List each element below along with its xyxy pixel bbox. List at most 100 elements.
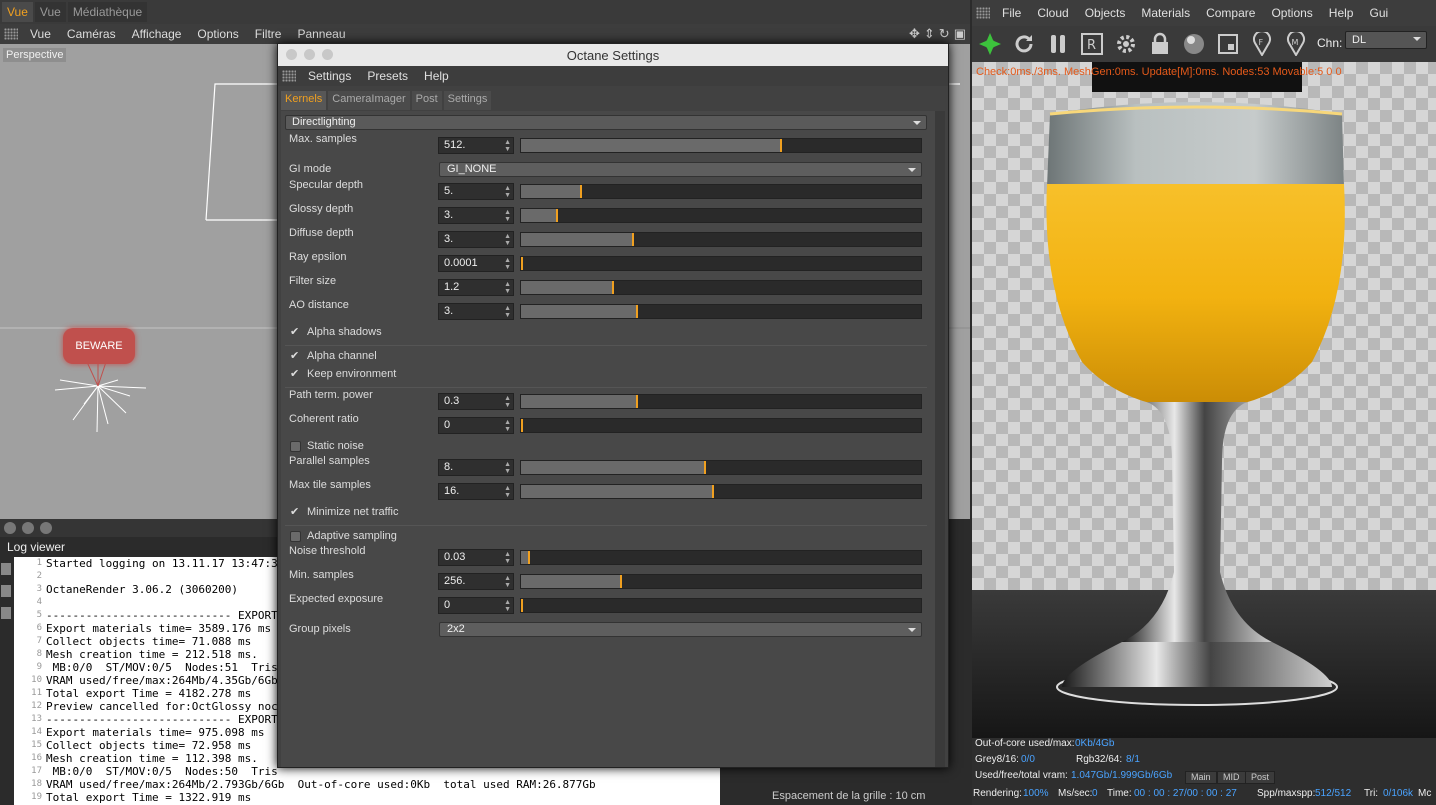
keep-environment-row[interactable]: ✔ Keep environment: [281, 366, 935, 386]
specular-depth-slider[interactable]: [520, 184, 922, 199]
spinner-icon[interactable]: ▲ ▼: [504, 281, 511, 295]
gi-mode-select[interactable]: GI_NONE: [439, 162, 922, 177]
group-pixels-select[interactable]: 2x2: [439, 622, 922, 637]
gear-icon[interactable]: [1112, 30, 1140, 58]
max-samples-field[interactable]: 512. ▲ ▼: [438, 137, 514, 154]
menu-help[interactable]: Help: [416, 69, 457, 83]
menu-panneau[interactable]: Panneau: [289, 27, 353, 41]
restart-icon[interactable]: [1010, 30, 1038, 58]
tab-vue[interactable]: Vue: [34, 2, 66, 22]
menu-presets[interactable]: Presets: [359, 69, 416, 83]
menu-cameras[interactable]: Caméras: [59, 27, 124, 41]
menu-filtre[interactable]: Filtre: [247, 27, 290, 41]
specular-depth-field[interactable]: 5. ▲ ▼: [438, 183, 514, 200]
noise-threshold-slider[interactable]: [520, 550, 922, 565]
render-image[interactable]: [972, 62, 1436, 742]
menu-options[interactable]: Options: [189, 27, 246, 41]
minimize-net-traffic-row[interactable]: ✔ Minimize net traffic: [281, 504, 935, 524]
menu-affichage[interactable]: Affichage: [124, 27, 190, 41]
slider-handle[interactable]: [556, 209, 558, 222]
maximize-icon[interactable]: ▣: [954, 26, 966, 42]
menu-compare[interactable]: Compare: [1198, 6, 1263, 20]
tab-settings[interactable]: Settings: [443, 91, 492, 110]
spinner-icon[interactable]: ▲ ▼: [504, 233, 511, 247]
spinner-icon[interactable]: ▲ ▼: [504, 305, 511, 319]
settings-scrollbar[interactable]: [935, 111, 945, 767]
spinner-icon[interactable]: ▲ ▼: [504, 419, 511, 433]
lock-icon[interactable]: [1146, 30, 1174, 58]
menu-cloud[interactable]: Cloud: [1029, 6, 1076, 20]
spinner-icon[interactable]: ▲ ▼: [504, 139, 511, 153]
minimize-net-traffic-checkbox[interactable]: ✔: [290, 507, 301, 518]
frame-icon[interactable]: [1214, 30, 1242, 58]
ao-distance-field[interactable]: 3. ▲ ▼: [438, 303, 514, 320]
menu-gui[interactable]: Gui: [1361, 6, 1396, 20]
move-icon[interactable]: ✥: [909, 26, 920, 42]
ray-epsilon-slider[interactable]: [520, 256, 922, 271]
menu-settings[interactable]: Settings: [300, 69, 359, 83]
close-button[interactable]: [4, 522, 16, 534]
spinner-icon[interactable]: ▲ ▼: [504, 395, 511, 409]
adaptive-sampling-checkbox[interactable]: [290, 531, 301, 542]
tab-post[interactable]: Post: [1245, 771, 1276, 784]
glossy-depth-slider[interactable]: [520, 208, 922, 223]
tab-main[interactable]: Main: [1185, 771, 1217, 784]
noise-threshold-field[interactable]: 0.03 ▲ ▼: [438, 549, 514, 566]
path-term-power-slider[interactable]: [520, 394, 922, 409]
channel-select[interactable]: DL: [1345, 31, 1427, 49]
material-pin-icon[interactable]: M: [1282, 30, 1310, 58]
slider-handle[interactable]: [620, 575, 622, 588]
menu-file[interactable]: File: [994, 6, 1029, 20]
spinner-icon[interactable]: ▲ ▼: [504, 185, 511, 199]
tab-mid[interactable]: MID: [1217, 771, 1246, 784]
slider-handle[interactable]: [521, 419, 523, 432]
spinner-icon[interactable]: ▲ ▼: [504, 461, 511, 475]
alpha-channel-checkbox[interactable]: ✔: [290, 351, 301, 362]
keep-environment-checkbox[interactable]: ✔: [290, 369, 301, 380]
glossy-depth-field[interactable]: 3. ▲ ▼: [438, 207, 514, 224]
octane-logo-icon[interactable]: [976, 30, 1004, 58]
kernel-type-select[interactable]: Directlighting: [285, 115, 927, 130]
minimize-button[interactable]: [304, 49, 315, 60]
spinner-icon[interactable]: ▲ ▼: [504, 209, 511, 223]
minimize-button[interactable]: [22, 522, 34, 534]
menu-help[interactable]: Help: [1321, 6, 1362, 20]
max-tile-samples-slider[interactable]: [520, 484, 922, 499]
slider-handle[interactable]: [704, 461, 706, 474]
expected-exposure-slider[interactable]: [520, 598, 922, 613]
parallel-samples-field[interactable]: 8. ▲ ▼: [438, 459, 514, 476]
spinner-icon[interactable]: ▲ ▼: [504, 485, 511, 499]
menu-objects[interactable]: Objects: [1077, 6, 1134, 20]
parallel-samples-slider[interactable]: [520, 460, 922, 475]
max-tile-samples-field[interactable]: 16. ▲ ▼: [438, 483, 514, 500]
menu-vue[interactable]: Vue: [22, 27, 59, 41]
slider-handle[interactable]: [580, 185, 582, 198]
slider-handle[interactable]: [612, 281, 614, 294]
ray-epsilon-field[interactable]: 0.0001 ▲ ▼: [438, 255, 514, 272]
close-button[interactable]: [286, 49, 297, 60]
tab-kernels[interactable]: Kernels: [281, 91, 327, 110]
clear-icon[interactable]: [1, 607, 11, 619]
min-samples-slider[interactable]: [520, 574, 922, 589]
alpha-shadows-row[interactable]: ✔ Alpha shadows: [281, 324, 935, 344]
filter-size-field[interactable]: 1.2 ▲ ▼: [438, 279, 514, 296]
save-icon[interactable]: [1, 563, 11, 575]
ao-distance-slider[interactable]: [520, 304, 922, 319]
slider-handle[interactable]: [528, 551, 530, 564]
spinner-icon[interactable]: ▲ ▼: [504, 599, 511, 613]
focus-pin-icon[interactable]: F: [1248, 30, 1276, 58]
path-term-power-field[interactable]: 0.3 ▲ ▼: [438, 393, 514, 410]
alpha-channel-row[interactable]: ✔ Alpha channel: [281, 348, 935, 368]
spinner-icon[interactable]: ▲ ▼: [504, 575, 511, 589]
alpha-shadows-checkbox[interactable]: ✔: [290, 327, 301, 338]
coherent-ratio-slider[interactable]: [520, 418, 922, 433]
zoom-button[interactable]: [40, 522, 52, 534]
expected-exposure-field[interactable]: 0 ▲ ▼: [438, 597, 514, 614]
filter-size-slider[interactable]: [520, 280, 922, 295]
material-ball-icon[interactable]: [1180, 30, 1208, 58]
spinner-icon[interactable]: ▲ ▼: [504, 257, 511, 271]
coherent-ratio-field[interactable]: 0 ▲ ▼: [438, 417, 514, 434]
spinner-icon[interactable]: ▲ ▼: [504, 551, 511, 565]
diffuse-depth-slider[interactable]: [520, 232, 922, 247]
zoom-button[interactable]: [322, 49, 333, 60]
